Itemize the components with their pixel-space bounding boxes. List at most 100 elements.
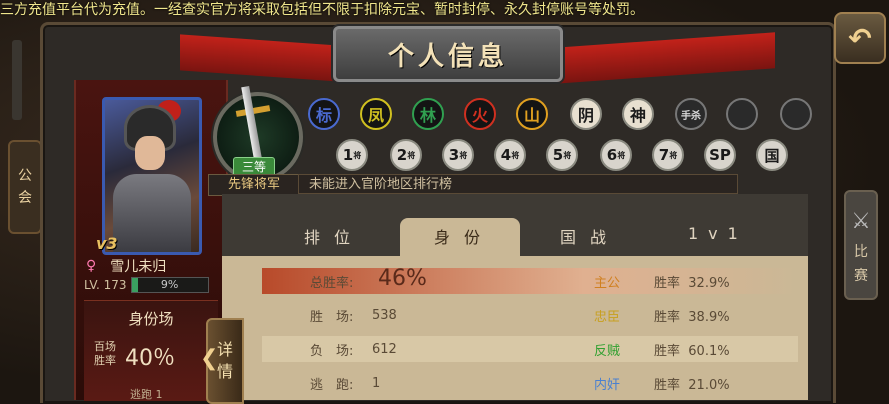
badge-number: 4 <box>500 146 512 164</box>
stat-row-total: 总胜率: 46% 主公 胜率 32.9% <box>262 266 798 294</box>
role-rate-label: 胜率 <box>654 377 681 393</box>
general-pack-badge[interactable]: 3将 <box>442 139 474 171</box>
stat-label: 负 场: <box>310 343 354 359</box>
avatar[interactable] <box>102 97 202 255</box>
chevron-left-icon: ❮ <box>200 346 219 371</box>
badge-number: 1 <box>342 146 354 164</box>
level-label: LV. 173 <box>84 278 127 292</box>
badge-suffix: 将 <box>407 150 416 160</box>
tab-nation-war[interactable]: 国战 <box>560 224 620 248</box>
title-plate: 个人信息 <box>333 26 563 82</box>
general-pack-badge[interactable]: 6将 <box>600 139 632 171</box>
rank-status: 未能进入官阶地区排行榜 <box>298 174 738 194</box>
badge-suffix: 将 <box>669 150 678 160</box>
stat-value: 46% <box>378 266 427 291</box>
back-arrow-icon: ↶ <box>848 21 872 55</box>
general-pack-badge[interactable]: 7将 <box>652 139 684 171</box>
page-title: 个人信息 <box>387 41 508 72</box>
level-row: LV. 173 9% <box>84 276 218 294</box>
badge-number: 5 <box>552 146 564 164</box>
role-rate-value: 21.0% <box>688 377 730 393</box>
stat-label: 逃 跑: <box>310 377 354 393</box>
tab-ranked[interactable]: 排位 <box>304 224 364 248</box>
general-pack-badge[interactable]: 2将 <box>390 139 422 171</box>
female-icon: ♀ <box>86 258 97 274</box>
tab-1v1[interactable]: 1v1 <box>688 224 748 243</box>
badge-number: 2 <box>396 146 408 164</box>
guild-button[interactable]: 公 会 <box>8 140 42 234</box>
package-badge[interactable]: 林 <box>412 98 444 130</box>
badge-label: 神 <box>629 106 646 125</box>
role-name-spy: 内奸 <box>594 377 621 393</box>
role-rate-label: 胜率 <box>654 343 681 359</box>
role-rate-rebel: 胜率 60.1% <box>654 340 730 359</box>
rank-name: 先锋将军 <box>208 174 300 196</box>
role-rate-value: 60.1% <box>688 343 730 359</box>
badge-number: 7 <box>658 146 670 164</box>
identity-win-rate: 40％ <box>125 346 175 371</box>
package-badge[interactable]: 凤 <box>360 98 392 130</box>
package-badge[interactable]: 火 <box>464 98 496 130</box>
package-badge[interactable] <box>780 98 812 130</box>
match-button[interactable]: ⚔ 比 赛 <box>844 190 878 300</box>
package-badge[interactable]: 神 <box>622 98 654 130</box>
general-pack-badge[interactable]: 国 <box>756 139 788 171</box>
general-pack-badge[interactable]: 5将 <box>546 139 578 171</box>
package-badge[interactable]: 阴 <box>570 98 602 130</box>
badge-number: 3 <box>448 146 460 164</box>
role-rate-value: 38.9% <box>688 309 730 325</box>
badge-number: 6 <box>606 146 618 164</box>
detail-label-1: 详 <box>216 340 233 359</box>
guild-label-2: 会 <box>18 190 32 206</box>
stat-row-escapes: 逃 跑: 1 内奸 胜率 21.0% <box>262 370 798 396</box>
package-badge[interactable] <box>726 98 758 130</box>
announcement-marquee: 三方充值平台代为充值。一经查实官方将采取包括但不限于扣除元宝、暂时封停、永久封停… <box>0 2 644 18</box>
badge-label: 山 <box>523 106 540 125</box>
side-pole <box>12 40 22 120</box>
match-label-2: 赛 <box>854 268 868 284</box>
role-rate-loyalist: 胜率 38.9% <box>654 306 730 325</box>
role-rate-lord: 胜率 32.9% <box>654 272 730 291</box>
badge-label: 林 <box>419 106 436 125</box>
stat-value: 538 <box>372 307 397 323</box>
role-name-rebel: 反贼 <box>594 343 621 359</box>
package-badge[interactable]: 山 <box>516 98 548 130</box>
general-pack-badge[interactable]: 4将 <box>494 139 526 171</box>
role-rate-value: 32.9% <box>688 275 730 291</box>
tab-identity[interactable]: 身份 <box>434 224 494 248</box>
match-label-1: 比 <box>854 244 868 260</box>
stat-label: 胜 场: <box>310 309 354 325</box>
badge-number: SP <box>709 146 731 164</box>
armor <box>113 174 191 252</box>
role-rate-label: 胜率 <box>654 275 681 291</box>
role-rate-spy: 胜率 21.0% <box>654 374 730 393</box>
crossed-swords-icon: ⚔ <box>851 209 871 234</box>
badge-suffix: 将 <box>353 150 362 160</box>
badge-label: 火 <box>471 106 488 125</box>
stat-label: 总胜率: <box>310 275 354 291</box>
identity-sub: 百场 胜率 <box>94 340 116 368</box>
badge-suffix: 将 <box>563 150 572 160</box>
name-row: ♀ 雪儿未归 <box>86 256 216 276</box>
vip-badge: v3 <box>96 234 118 253</box>
package-badge[interactable]: 手杀 <box>675 98 707 130</box>
back-button[interactable]: ↶ <box>834 12 886 64</box>
badge-suffix: 将 <box>617 150 626 160</box>
guild-label-1: 公 <box>18 168 32 184</box>
package-badge[interactable]: 标 <box>308 98 340 130</box>
general-pack-badge[interactable]: 1将 <box>336 139 368 171</box>
badge-suffix: 将 <box>459 150 468 160</box>
badge-label: 阴 <box>577 106 594 125</box>
role-name-lord: 主公 <box>594 275 621 291</box>
face <box>135 136 165 170</box>
stat-value: 612 <box>372 341 397 357</box>
general-pack-badge[interactable]: SP <box>704 139 736 171</box>
stat-value: 1 <box>372 375 381 391</box>
role-name-loyalist: 忠臣 <box>594 309 621 325</box>
badge-suffix: 将 <box>511 150 520 160</box>
badge-label: 凤 <box>367 106 384 125</box>
detail-label-2: 情 <box>216 362 233 381</box>
stat-row-losses: 负 场: 612 反贼 胜率 60.1% <box>262 336 798 362</box>
player-name: 雪儿未归 <box>110 259 167 275</box>
badge-label: 标 <box>315 106 332 125</box>
